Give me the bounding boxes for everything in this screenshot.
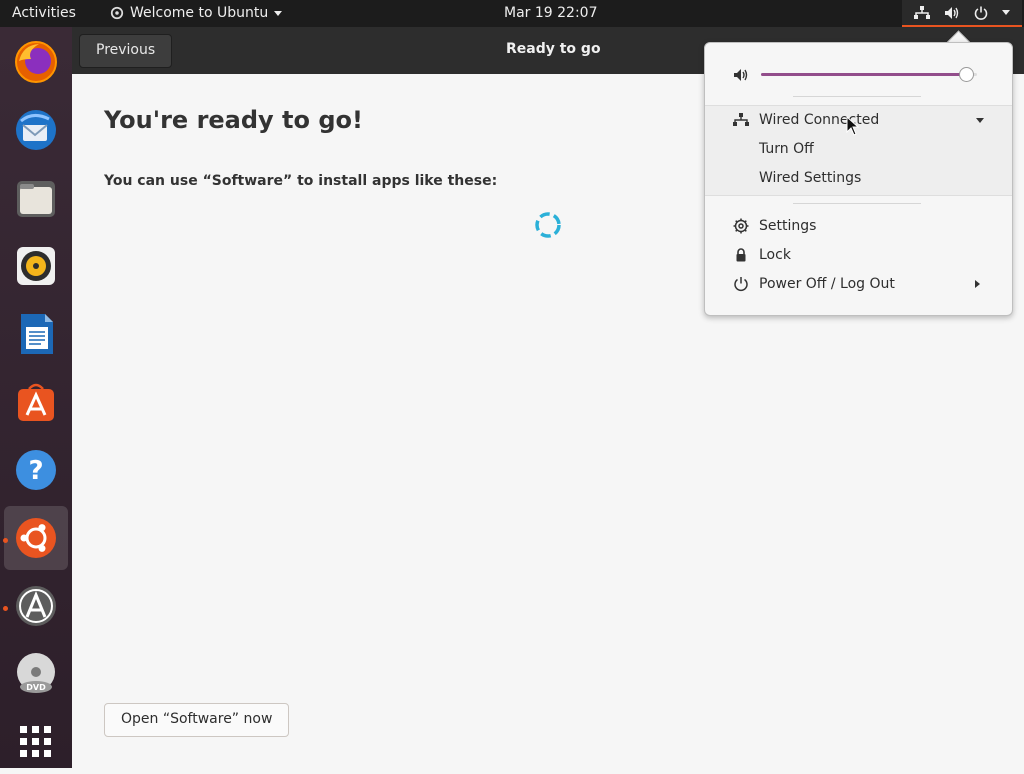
wired-settings-label: Wired Settings: [759, 170, 862, 186]
mouse-cursor-icon: [846, 116, 860, 136]
ubuntu-logo-icon: [16, 518, 56, 558]
dock-files[interactable]: [4, 166, 68, 230]
open-software-button[interactable]: Open “Software” now: [104, 703, 290, 737]
dock-ubuntu-software[interactable]: [4, 370, 68, 434]
system-tray[interactable]: [902, 0, 1022, 27]
power-icon: [974, 6, 988, 20]
network-wired-icon: [914, 5, 930, 19]
dock-libreoffice-writer[interactable]: [4, 302, 68, 366]
lock-label: Lock: [759, 247, 791, 263]
lock-icon: [736, 248, 746, 262]
top-bar: Activities Welcome to Ubuntu Mar 19 22:0…: [0, 0, 1024, 27]
window-title: Ready to go: [506, 41, 601, 57]
help-icon: ?: [16, 450, 56, 490]
svg-text:?: ?: [28, 456, 43, 486]
rhythmbox-icon: [17, 247, 55, 285]
chevron-down-icon: [274, 10, 283, 16]
turn-off-item[interactable]: Turn Off: [705, 135, 1012, 163]
dock-show-applications[interactable]: [4, 710, 68, 774]
loading-spinner-icon: [535, 212, 561, 238]
app-menu[interactable]: Welcome to Ubuntu: [110, 5, 283, 21]
dock-software-updater[interactable]: [4, 574, 68, 638]
app-gear-icon: [110, 6, 124, 20]
previous-button[interactable]: Previous: [79, 34, 173, 68]
chevron-down-icon: [976, 118, 984, 123]
power-off-item[interactable]: Power Off / Log Out: [705, 270, 1012, 298]
dock-dvd[interactable]: DVD: [4, 642, 68, 706]
settings-item[interactable]: Settings: [705, 212, 1012, 240]
wired-connected-label: Wired Connected: [759, 112, 880, 128]
software-updater-icon: [16, 586, 56, 626]
libreoffice-writer-icon: [21, 314, 53, 354]
svg-text:DVD: DVD: [26, 683, 46, 692]
volume-slider-fill: [761, 73, 967, 76]
separator: [793, 96, 921, 97]
running-indicator: [3, 538, 8, 543]
power-off-label: Power Off / Log Out: [759, 276, 895, 292]
dvd-icon: DVD: [17, 653, 55, 693]
app-menu-label: Welcome to Ubuntu: [130, 5, 269, 21]
firefox-icon: [15, 41, 57, 83]
files-icon: [17, 181, 55, 217]
activities-button[interactable]: Activities: [12, 5, 76, 21]
volume-slider[interactable]: [761, 67, 977, 82]
volume-slider-handle[interactable]: [959, 67, 975, 82]
dock-ubuntu-welcome[interactable]: [4, 506, 68, 570]
turn-off-label: Turn Off: [759, 141, 814, 157]
volume-icon: [734, 69, 748, 81]
dock-rhythmbox[interactable]: [4, 234, 68, 298]
power-icon: [734, 277, 748, 292]
ubuntu-software-icon: [18, 383, 54, 421]
chevron-right-icon: [975, 280, 980, 288]
lock-item[interactable]: Lock: [705, 241, 1012, 269]
dock-thunderbird[interactable]: [4, 98, 68, 162]
app-grid-icon: [20, 726, 51, 757]
clock[interactable]: Mar 19 22:07: [504, 5, 597, 21]
separator: [793, 203, 921, 204]
dock: ? DVD: [0, 27, 72, 768]
gear-icon: [733, 218, 749, 234]
network-wired-icon: [733, 113, 749, 126]
running-indicator: [3, 606, 8, 611]
dock-help[interactable]: ?: [4, 438, 68, 502]
page-heading: You're ready to go!: [104, 106, 363, 134]
dock-firefox[interactable]: [4, 30, 68, 94]
settings-label: Settings: [759, 218, 817, 234]
volume-row: [705, 63, 1012, 87]
system-menu: Wired Connected Turn Off Wired Settings …: [704, 42, 1013, 316]
wired-settings-item[interactable]: Wired Settings: [705, 164, 1012, 192]
page-subheading: You can use “Software” to install apps l…: [104, 173, 498, 189]
thunderbird-icon: [16, 110, 56, 150]
chevron-down-icon: [1002, 10, 1010, 15]
volume-icon: [945, 6, 959, 19]
